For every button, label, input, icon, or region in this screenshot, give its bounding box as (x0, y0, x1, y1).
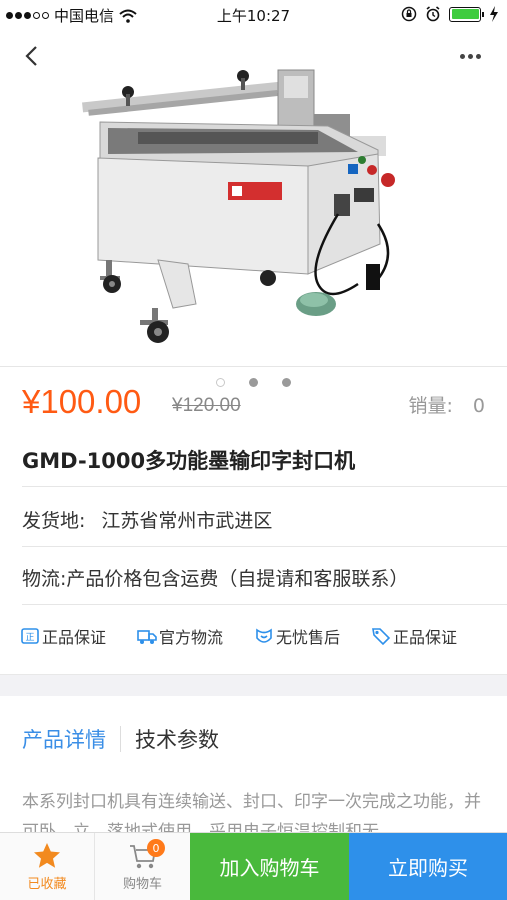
charging-icon (490, 6, 498, 22)
status-bar: 中国电信 上午10:27 (0, 0, 507, 30)
guarantee-item: 官方物流 (137, 624, 254, 648)
sales-value: 0 (472, 395, 485, 417)
logistics-label: 物流: (22, 567, 67, 590)
buy-now-button[interactable]: 立即购买 (349, 833, 507, 900)
tab-specs[interactable]: 技术参数 (135, 724, 219, 754)
product-title: GMD-1000多功能墨输印字封口机 (22, 449, 356, 473)
alarm-icon (426, 6, 440, 22)
cart-label: 购物车 (122, 877, 162, 892)
orientation-lock-icon (401, 6, 417, 22)
guarantee-item: 正品保证 (371, 624, 488, 648)
cart-button[interactable]: 0 购物车 (95, 833, 190, 900)
ship-from-value: 江苏省常州市武进区 (101, 509, 273, 532)
guarantee-label: 正品保证 (42, 628, 107, 647)
add-to-cart-button[interactable]: 加入购物车 (190, 833, 349, 900)
tag-icon (372, 628, 391, 646)
guarantee-list: 正 正品保证 官方物流 无忧售后 正品保证 (20, 624, 488, 648)
sales-label: 销量: (408, 395, 453, 417)
product-image-carousel[interactable] (0, 30, 507, 387)
guarantee-label: 官方物流 (159, 628, 224, 647)
divider (22, 546, 507, 547)
guarantee-label: 正品保证 (393, 628, 458, 647)
price-row: ¥100.00 ¥120.00 销量: 0 (0, 366, 507, 436)
cart-count-badge: 0 (147, 839, 165, 857)
service-icon (256, 628, 272, 643)
logistics-value: 产品价格包含运费（自提请和客服联系） (66, 567, 409, 590)
tab-product-details[interactable]: 产品详情 (22, 724, 106, 754)
svg-text:正: 正 (25, 633, 34, 643)
product-description: 本系列封口机具有连续输送、封口、印字一次完成之功能，并可卧、立、落地式使用，采用… (22, 792, 481, 837)
guarantee-label: 无忧售后 (276, 628, 341, 647)
sales-count: 销量: 0 (408, 391, 485, 418)
certificate-icon: 正 (21, 628, 39, 644)
divider (22, 604, 507, 605)
tab-divider (120, 726, 121, 752)
star-icon (34, 843, 60, 868)
section-separator (0, 674, 507, 696)
ship-from-label: 发货地: (22, 509, 86, 532)
ship-from-row: 发货地: 江苏省常州市武进区 (22, 490, 507, 548)
bottom-action-bar: 已收藏 0 购物车 加入购物车 立即购买 (0, 832, 507, 900)
truck-icon (137, 630, 157, 644)
more-options-icon[interactable] (457, 46, 483, 66)
divider (22, 486, 507, 487)
logistics-row: 物流: 产品价格包含运费（自提请和客服联系） (22, 548, 507, 606)
favorite-button[interactable]: 已收藏 (0, 833, 95, 900)
guarantee-item: 无忧售后 (254, 624, 371, 648)
back-icon[interactable] (20, 44, 44, 68)
battery-icon (449, 6, 484, 22)
current-price: ¥100.00 (22, 383, 142, 420)
guarantee-item: 正 正品保证 (20, 624, 137, 648)
original-price: ¥120.00 (172, 395, 241, 416)
detail-tabs: 产品详情 技术参数 (22, 724, 219, 754)
product-image (82, 69, 395, 343)
favorite-label: 已收藏 (27, 877, 67, 892)
